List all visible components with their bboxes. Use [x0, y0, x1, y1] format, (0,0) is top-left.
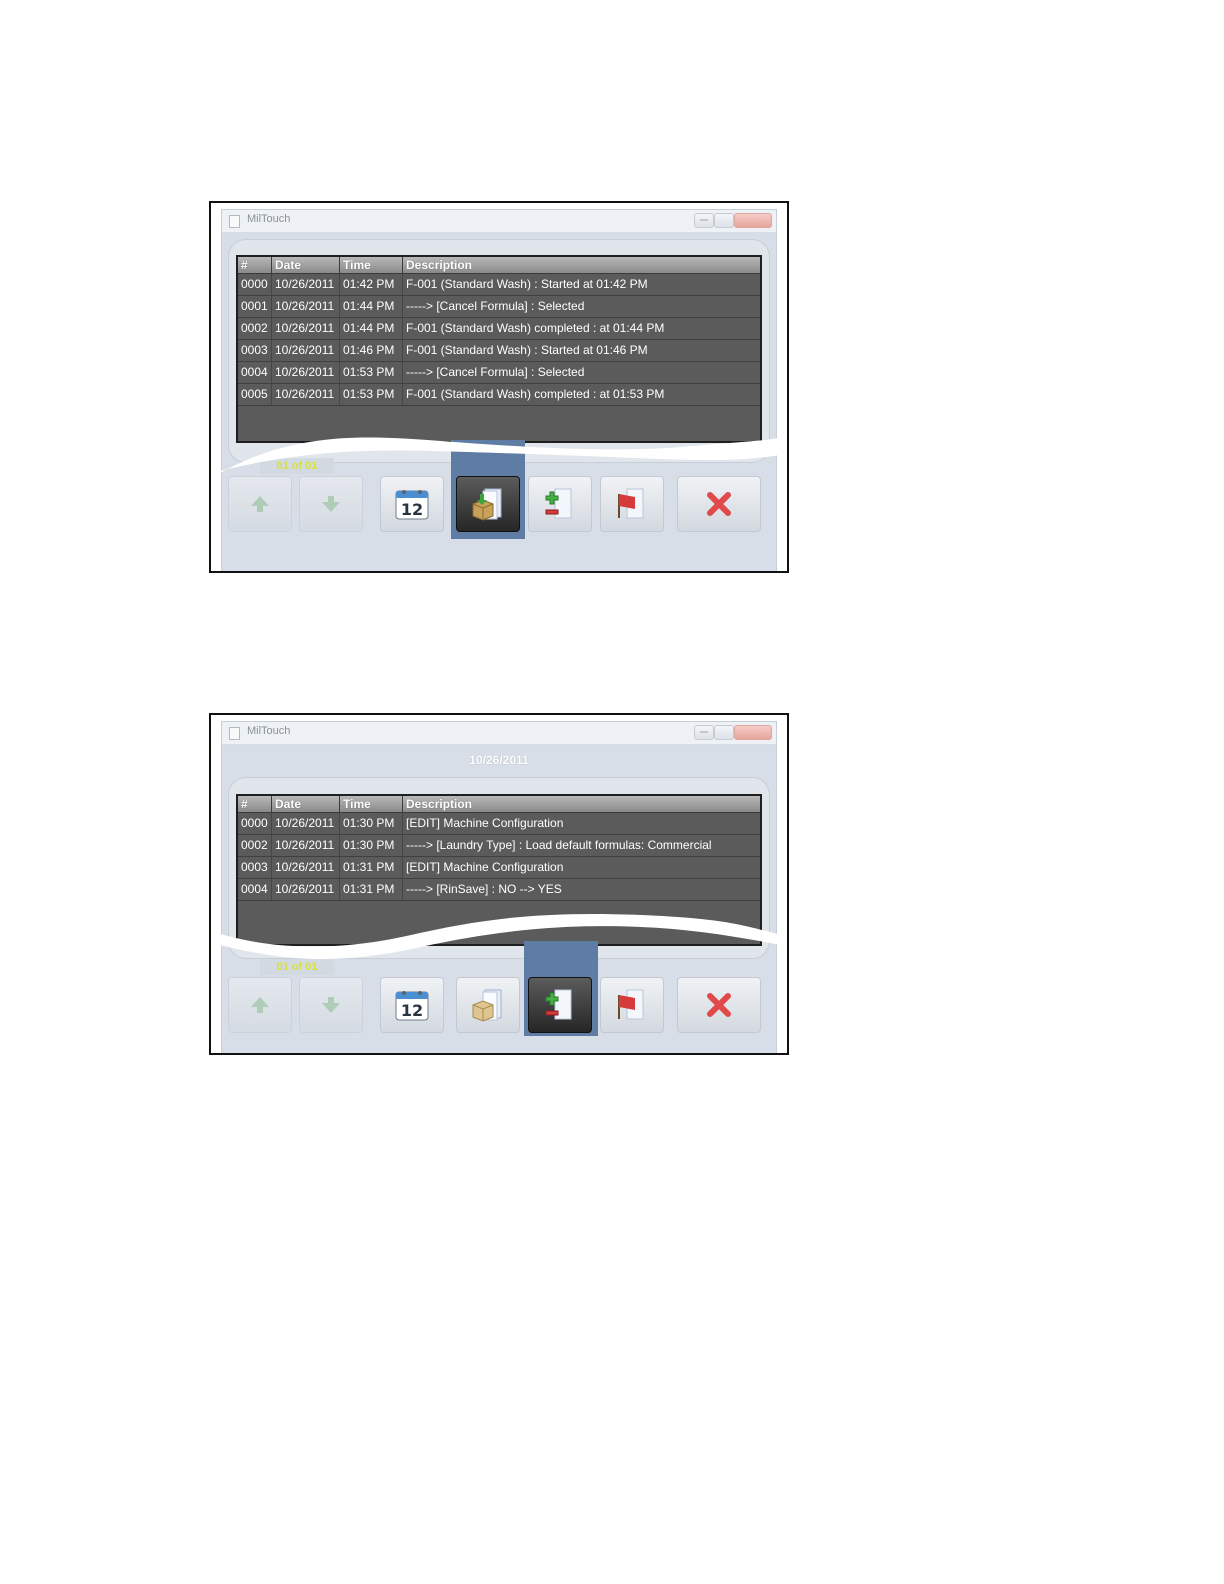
cut-line-graphic	[211, 436, 787, 478]
screenshot-formula-history: MilTouch # Date Time Description 0000 10…	[209, 201, 789, 573]
cut-line-graphic	[211, 913, 787, 960]
screenshot-edit-history: MilTouch 10/26/2011 # Date Time Descript…	[209, 713, 789, 1055]
